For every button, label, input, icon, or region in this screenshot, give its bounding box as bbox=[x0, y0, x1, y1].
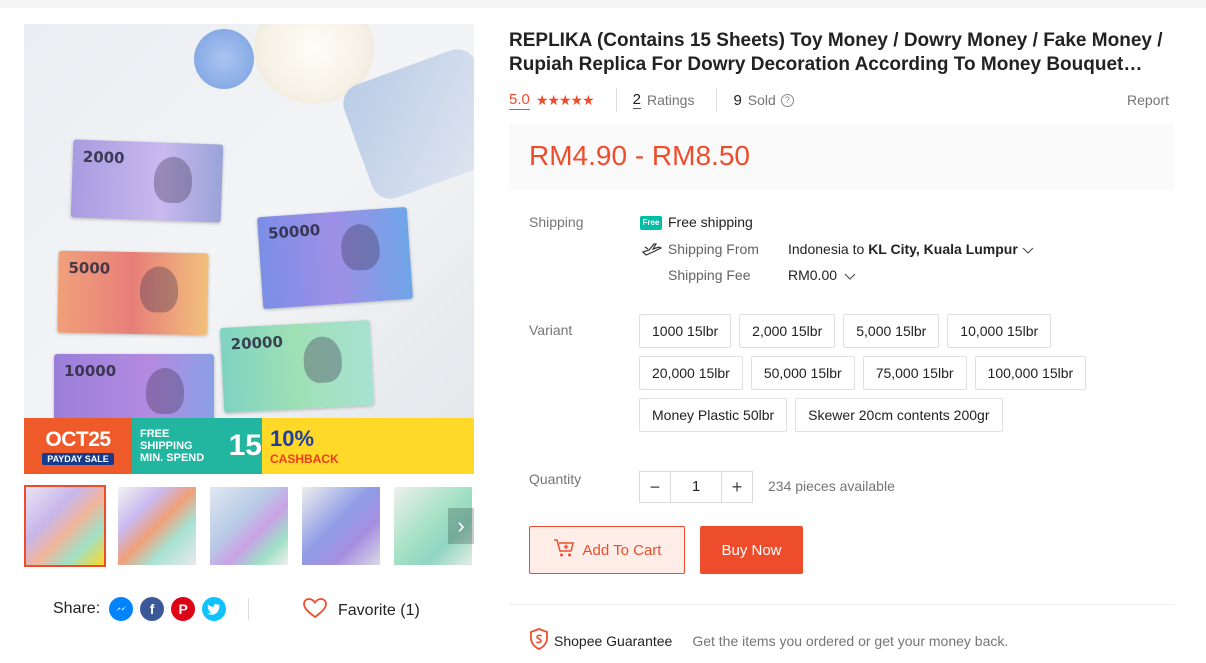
sold-label: Sold bbox=[747, 92, 776, 108]
stock-available: 234 pieces available bbox=[768, 478, 895, 494]
quantity-label: Quantity bbox=[529, 471, 582, 487]
rating-value[interactable]: 5.0 bbox=[509, 91, 530, 110]
thumbnail-2[interactable] bbox=[116, 485, 198, 567]
share-label: Share: bbox=[53, 600, 101, 617]
thumbnail-4[interactable] bbox=[300, 485, 382, 567]
guarantee-title: Shopee Guarantee bbox=[554, 632, 673, 649]
shipping-from-label: Shipping From bbox=[667, 241, 759, 258]
variant-option[interactable]: 50,000 15lbr bbox=[750, 356, 855, 390]
add-to-cart-label: Add To Cart bbox=[582, 541, 662, 559]
share-row: Share: f P bbox=[53, 597, 227, 621]
payday-badge: OCT25 PAYDAY SALE bbox=[24, 418, 132, 474]
quantity-decrease-button[interactable]: − bbox=[639, 471, 671, 503]
banknote-50000: 50000 bbox=[256, 206, 414, 310]
add-to-cart-button[interactable]: Add To Cart bbox=[529, 526, 685, 574]
guarantee-text: Get the items you ordered or get your mo… bbox=[692, 632, 1009, 649]
plane-icon bbox=[641, 241, 664, 260]
quantity-input[interactable]: 1 bbox=[671, 471, 721, 503]
promo-min-spend: MIN. SPEND bbox=[140, 452, 205, 464]
variant-option[interactable]: 10,000 15lbr bbox=[947, 314, 1052, 348]
thumbnail-1[interactable] bbox=[24, 485, 106, 567]
product-stats: 5.0 ★★★★★ 2 Ratings 9 Sold ? Report bbox=[509, 88, 1169, 112]
variant-label: Variant bbox=[529, 322, 573, 338]
cart-icon bbox=[553, 538, 575, 562]
shipping-from-value: Indonesia bbox=[788, 241, 849, 257]
flower-decoration bbox=[194, 29, 254, 89]
promo-free-shipping: FREE SHIPPING bbox=[140, 428, 193, 452]
buy-now-button[interactable]: Buy Now bbox=[700, 526, 803, 574]
report-link[interactable]: Report bbox=[1127, 92, 1169, 108]
banknote-10000: 10000 bbox=[54, 354, 214, 426]
messenger-icon[interactable] bbox=[109, 597, 134, 621]
chevron-down-icon[interactable] bbox=[1022, 242, 1034, 258]
product-title: REPLIKA (Contains 15 Sheets) Toy Money /… bbox=[509, 30, 1163, 75]
shipping-label: Shipping bbox=[529, 214, 584, 230]
product-card: 2000 50000 5000 20000 10000 OCT25 PAYDAY… bbox=[0, 8, 1206, 663]
variant-option[interactable]: Money Plastic 50lbr bbox=[639, 398, 788, 432]
thumbnail-3[interactable] bbox=[208, 485, 290, 567]
product-price: RM4.90 - RM8.50 bbox=[529, 140, 750, 171]
promo-cashback-label: CASHBACK bbox=[270, 452, 339, 466]
favorite-label: Favorite (1) bbox=[338, 601, 420, 619]
rating-stars: ★★★★★ bbox=[535, 91, 595, 108]
shipping-fee-label: Shipping Fee bbox=[668, 267, 751, 283]
variant-option[interactable]: 1000 15lbr bbox=[639, 314, 732, 348]
twitter-icon[interactable] bbox=[202, 597, 227, 621]
thumbnail-strip bbox=[24, 485, 474, 567]
promo-amount: 15 bbox=[228, 429, 262, 462]
shopee-guarantee[interactable]: Shopee Guarantee Get the items you order… bbox=[529, 628, 1008, 653]
variant-option[interactable]: 2,000 15lbr bbox=[739, 314, 836, 348]
stats-divider bbox=[615, 88, 617, 112]
banknote-5000: 5000 bbox=[57, 250, 209, 336]
price-box: RM4.90 - RM8.50 bbox=[509, 124, 1174, 190]
free-shipping-badge: FREE SHIPPING MIN. SPEND 15 bbox=[132, 418, 262, 474]
thumbnail-next-arrow[interactable]: › bbox=[448, 508, 474, 544]
banknote-2000: 2000 bbox=[70, 139, 224, 223]
stats-divider bbox=[716, 88, 718, 112]
ratings-label: Ratings bbox=[646, 92, 695, 108]
share-divider bbox=[248, 598, 249, 620]
variant-option[interactable]: Skewer 20cm contents 200gr bbox=[795, 398, 1003, 432]
variant-options: 1000 15lbr 2,000 15lbr 5,000 15lbr 10,00… bbox=[639, 314, 1109, 432]
promo-date: OCT25 bbox=[45, 427, 111, 451]
promo-sale-label: PAYDAY SALE bbox=[42, 452, 114, 465]
variant-option[interactable]: 5,000 15lbr bbox=[843, 314, 940, 348]
help-icon[interactable]: ? bbox=[780, 93, 794, 107]
ratings-count[interactable]: 2 bbox=[632, 91, 641, 109]
facebook-icon[interactable]: f bbox=[140, 597, 165, 621]
section-divider bbox=[509, 604, 1174, 605]
promo-cashback-pct: 10% bbox=[270, 426, 315, 451]
variant-option[interactable]: 20,000 15lbr bbox=[639, 356, 743, 390]
favorite-button[interactable]: Favorite (1) bbox=[302, 597, 420, 624]
chevron-down-icon[interactable] bbox=[844, 268, 856, 284]
free-shipping-icon: Free bbox=[640, 216, 662, 231]
variant-option[interactable]: 75,000 15lbr bbox=[862, 356, 967, 390]
banknote-20000: 20000 bbox=[219, 320, 375, 413]
promo-banner: OCT25 PAYDAY SALE FREE SHIPPING MIN. SPE… bbox=[24, 418, 474, 474]
shield-icon bbox=[529, 628, 549, 653]
variant-option[interactable]: 100,000 15lbr bbox=[974, 356, 1087, 390]
product-main-image[interactable]: 2000 50000 5000 20000 10000 OCT25 PAYDAY… bbox=[24, 24, 474, 474]
pinterest-icon[interactable]: P bbox=[171, 597, 196, 621]
shipping-fee-value[interactable]: RM0.00 bbox=[788, 267, 837, 283]
quantity-stepper: − 1 + bbox=[639, 471, 753, 503]
sold-count: 9 bbox=[733, 91, 742, 109]
free-shipping-text: Free shipping bbox=[668, 214, 753, 230]
heart-icon bbox=[302, 597, 328, 624]
quantity-increase-button[interactable]: + bbox=[721, 471, 753, 503]
cashback-badge: 10% CASHBACK bbox=[262, 418, 474, 474]
shipping-to-value[interactable]: KL City, Kuala Lumpur bbox=[868, 241, 1018, 257]
shipping-to-word: to bbox=[852, 241, 865, 257]
